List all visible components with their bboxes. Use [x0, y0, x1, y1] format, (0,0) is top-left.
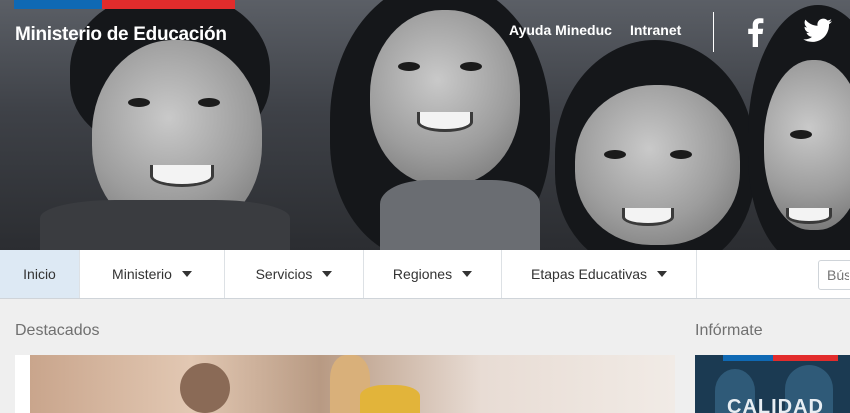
header-divider	[713, 12, 714, 52]
sidebar-promo-card[interactable]: CALIDAD	[695, 355, 850, 413]
featured-title: Destacados	[15, 322, 100, 339]
main-nav: Inicio Ministerio Servicios Regiones Eta…	[0, 250, 850, 299]
facebook-icon[interactable]	[745, 17, 765, 52]
top-links: Ayuda Mineduc Intranet	[509, 22, 681, 38]
flag-strip	[14, 0, 235, 9]
nav-item-servicios[interactable]: Servicios	[225, 250, 364, 298]
flag-red	[102, 0, 235, 9]
flag-red	[773, 355, 838, 361]
sidebar-promo-text: CALIDAD	[727, 396, 824, 413]
search-input[interactable]	[818, 260, 850, 290]
flag-strip	[723, 355, 838, 361]
site-title[interactable]: Ministerio de Educación	[15, 24, 227, 46]
twitter-icon[interactable]	[803, 17, 833, 50]
nav-item-inicio[interactable]: Inicio	[0, 250, 80, 298]
caret-down-icon	[462, 271, 473, 277]
sidebar-title: Infórmate	[695, 322, 763, 339]
nav-item-label: Ministerio	[112, 266, 172, 282]
flag-blue	[14, 0, 102, 9]
caret-down-icon	[656, 271, 667, 277]
caret-down-icon	[322, 271, 333, 277]
featured-card[interactable]	[15, 355, 675, 413]
nav-item-label: Servicios	[255, 266, 313, 282]
nav-item-label: Inicio	[23, 266, 56, 282]
flag-blue	[723, 355, 773, 361]
featured-photo	[30, 355, 675, 413]
hero-banner: Ministerio de Educación Ayuda Mineduc In…	[0, 0, 850, 250]
link-intranet[interactable]: Intranet	[630, 22, 681, 38]
nav-item-regiones[interactable]: Regiones	[364, 250, 502, 298]
link-ayuda-mineduc[interactable]: Ayuda Mineduc	[509, 22, 612, 38]
nav-item-label: Regiones	[392, 266, 453, 282]
nav-item-label: Etapas Educativas	[531, 266, 647, 282]
nav-item-etapas-educativas[interactable]: Etapas Educativas	[502, 250, 697, 298]
nav-item-ministerio[interactable]: Ministerio	[80, 250, 225, 298]
caret-down-icon	[181, 271, 192, 277]
